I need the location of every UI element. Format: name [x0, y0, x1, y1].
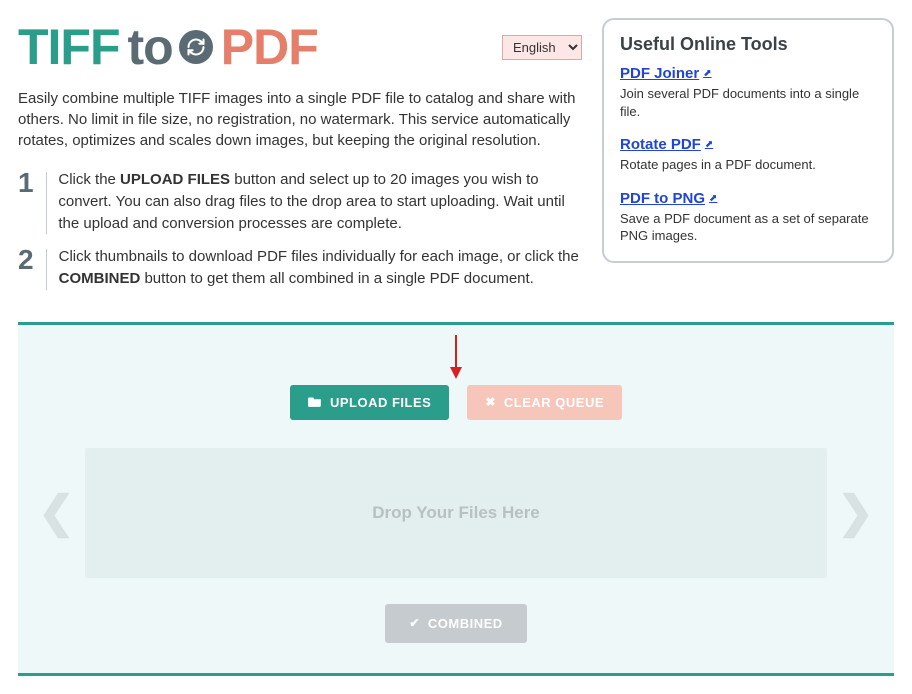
carousel-prev-button[interactable]: ❮ — [36, 487, 77, 538]
upload-files-button[interactable]: UPLOAD FILES — [290, 385, 449, 420]
logo-to: to — [128, 18, 213, 76]
logo: TIFF to PDF — [18, 18, 318, 76]
tool-link-pdf-to-png[interactable]: PDF to PNG ⬈ — [620, 190, 717, 207]
external-link-icon: ⬈ — [703, 68, 711, 79]
tool-link-pdf-joiner[interactable]: PDF Joiner ⬈ — [620, 65, 712, 82]
step-number: 2 — [18, 246, 34, 274]
sidebar-title: Useful Online Tools — [620, 34, 876, 55]
check-icon: ✔ — [409, 616, 420, 630]
logo-tiff: TIFF — [18, 18, 120, 76]
close-icon: ✖ — [485, 395, 496, 409]
pointer-arrow — [18, 325, 894, 385]
clear-queue-button[interactable]: ✖ CLEAR QUEUE — [467, 385, 622, 420]
logo-pdf: PDF — [221, 18, 318, 76]
language-select[interactable]: English — [502, 35, 582, 60]
tool-desc: Join several PDF documents into a single… — [620, 85, 876, 120]
tool-item: Rotate PDF ⬈ Rotate pages in a PDF docum… — [620, 136, 876, 174]
external-link-icon: ⬈ — [709, 193, 717, 204]
page-description: Easily combine multiple TIFF images into… — [18, 88, 582, 151]
external-link-icon: ⬈ — [705, 139, 713, 150]
carousel-next-button[interactable]: ❯ — [835, 487, 876, 538]
tool-item: PDF Joiner ⬈ Join several PDF documents … — [620, 65, 876, 120]
tool-desc: Save a PDF document as a set of separate… — [620, 210, 876, 245]
step-2: 2 Click thumbnails to download PDF files… — [18, 246, 582, 290]
combined-button[interactable]: ✔ COMBINED — [385, 604, 526, 643]
tool-desc: Rotate pages in a PDF document. — [620, 156, 876, 174]
folder-open-icon — [308, 395, 322, 410]
step-divider — [46, 172, 47, 234]
upload-section: UPLOAD FILES ✖ CLEAR QUEUE ❮ Drop Your F… — [18, 322, 894, 676]
tool-link-rotate-pdf[interactable]: Rotate PDF ⬈ — [620, 136, 713, 153]
refresh-icon — [179, 30, 213, 64]
step-text: Click thumbnails to download PDF files i… — [59, 246, 582, 290]
step-1: 1 Click the UPLOAD FILES button and sele… — [18, 169, 582, 234]
step-text: Click the UPLOAD FILES button and select… — [58, 169, 582, 234]
tool-item: PDF to PNG ⬈ Save a PDF document as a se… — [620, 190, 876, 245]
file-drop-zone[interactable]: Drop Your Files Here — [85, 448, 827, 578]
step-number: 1 — [18, 169, 34, 197]
sidebar-tools: Useful Online Tools PDF Joiner ⬈ Join se… — [602, 18, 894, 263]
step-divider — [46, 249, 47, 290]
